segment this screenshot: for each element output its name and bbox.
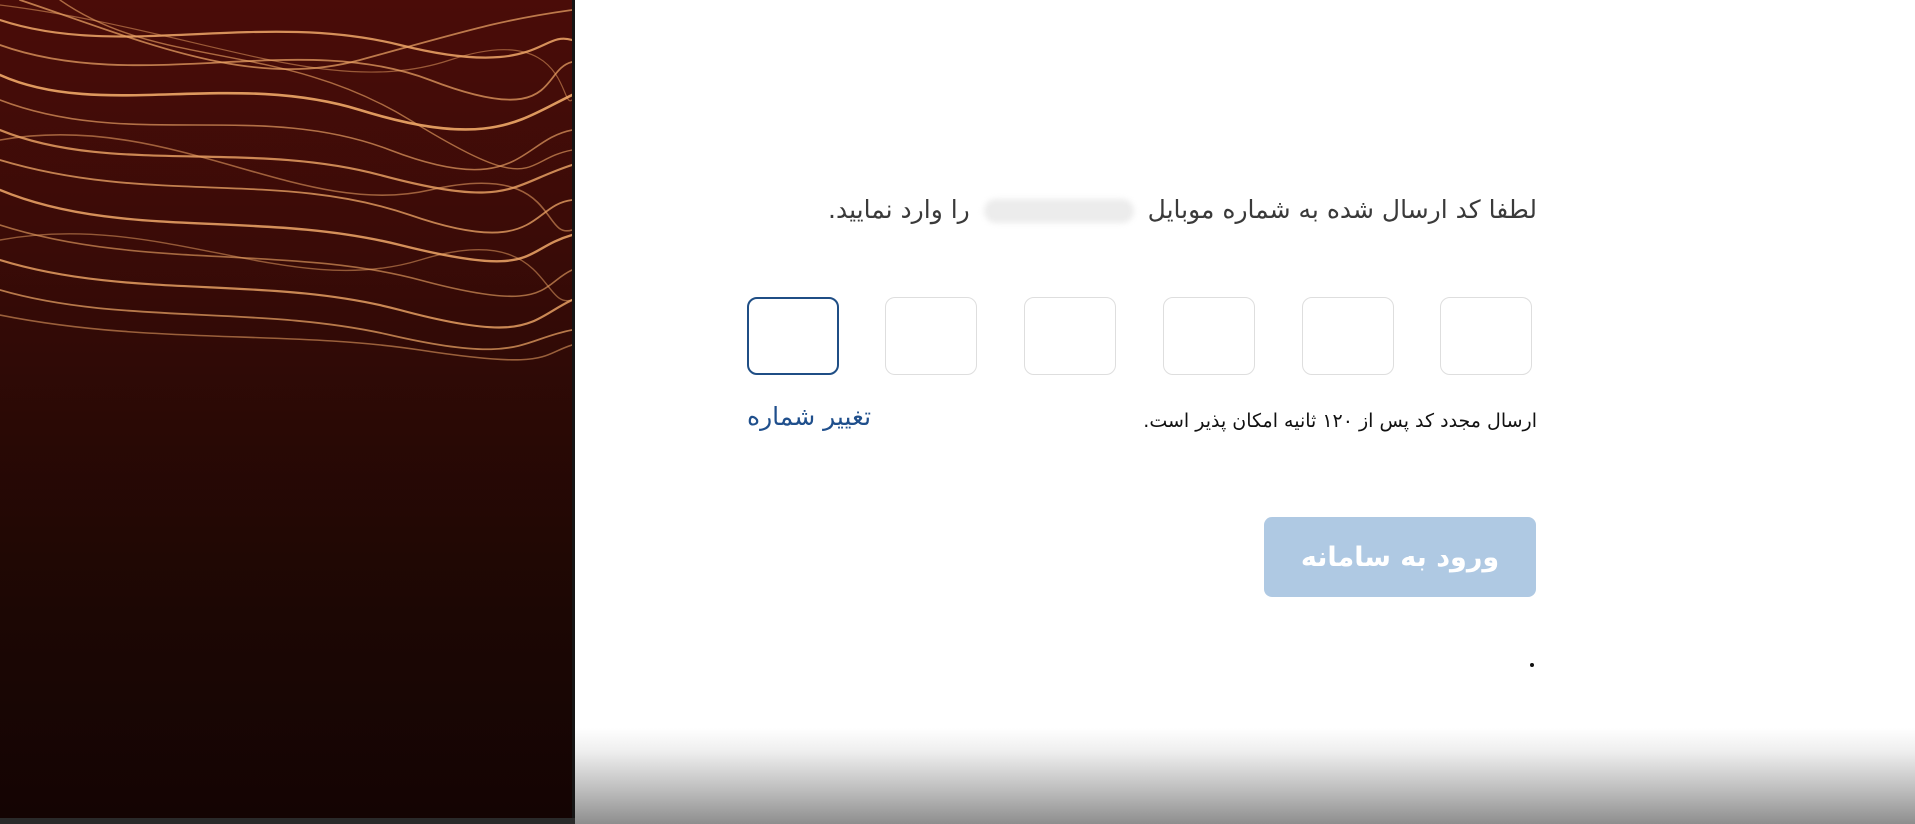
otp-digit-3[interactable] xyxy=(1163,297,1255,375)
otp-digit-2[interactable] xyxy=(1302,297,1394,375)
otp-code-inputs xyxy=(747,297,1537,377)
instruction-text-start: لطفا کد ارسال شده به شماره موبایل xyxy=(1147,195,1537,224)
change-number-link[interactable]: تغییر شماره xyxy=(747,402,871,431)
bottom-shadow xyxy=(575,728,1915,824)
instruction-text-end: را وارد نمایید. xyxy=(828,195,970,224)
panel-divider xyxy=(572,0,575,824)
decorative-background-image xyxy=(0,0,572,821)
resend-countdown-text: ارسال مجدد کد پس از ۱۲۰ ثانیه امکان پذیر… xyxy=(1143,410,1537,432)
decorative-dot xyxy=(1530,663,1534,667)
login-page: لطفا کد ارسال شده به شماره موبایل را وار… xyxy=(0,0,1915,824)
panel-bottom-edge xyxy=(0,818,575,824)
otp-instruction: لطفا کد ارسال شده به شماره موبایل را وار… xyxy=(828,195,1537,224)
login-button[interactable]: ورود به سامانه xyxy=(1264,517,1536,597)
otp-digit-1[interactable] xyxy=(1440,297,1532,375)
otp-digit-6[interactable] xyxy=(747,297,839,375)
light-streaks-graphic xyxy=(0,0,572,361)
otp-digit-5[interactable] xyxy=(885,297,977,375)
otp-digit-4[interactable] xyxy=(1024,297,1116,375)
masked-phone-number xyxy=(983,199,1134,223)
